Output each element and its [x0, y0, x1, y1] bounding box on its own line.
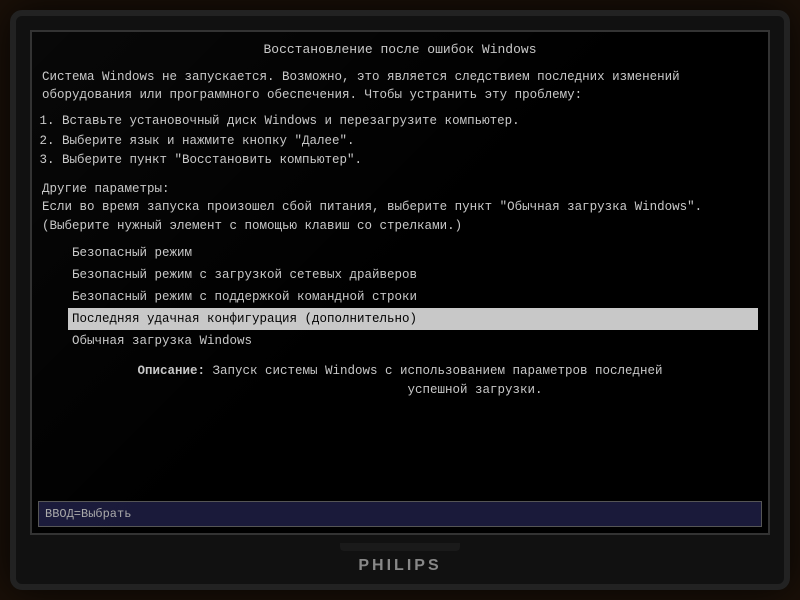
intro-text: Система Windows не запускается. Возможно… — [42, 68, 758, 106]
brand-logo: PHILIPS — [358, 557, 441, 575]
monitor-bottom: PHILIPS — [30, 535, 770, 584]
monitor-stand — [340, 543, 460, 551]
menu-item-safe-cmd[interactable]: Безопасный режим с поддержкой командной … — [72, 286, 758, 308]
step-3: Выберите пункт "Восстановить компьютер". — [62, 152, 758, 170]
steps-list: Вставьте установочный диск Windows и пер… — [62, 113, 758, 170]
menu-item-safe[interactable]: Безопасный режим — [72, 242, 758, 264]
boot-menu[interactable]: Безопасный режим Безопасный режим с загр… — [72, 242, 758, 352]
step-1: Вставьте установочный диск Windows и пер… — [62, 113, 758, 131]
description-label: Описание: Запуск системы Windows с испол… — [137, 364, 662, 397]
other-params-text2: (Выберите нужный элемент с помощью клави… — [42, 217, 758, 236]
other-params-label: Другие параметры: — [42, 180, 758, 199]
input-bar[interactable]: ВВОД=Выбрать — [38, 501, 762, 527]
other-params-section: Другие параметры: Если во время запуска … — [42, 180, 758, 236]
menu-item-safe-network[interactable]: Безопасный режим с загрузкой сетевых дра… — [72, 264, 758, 286]
screen-content: Восстановление после ошибок Windows Сист… — [32, 32, 768, 533]
monitor: Восстановление после ошибок Windows Сист… — [10, 10, 790, 590]
screen-title: Восстановление после ошибок Windows — [42, 40, 758, 60]
other-params-text1: Если во время запуска произошел сбой пит… — [42, 198, 758, 217]
screen: Восстановление после ошибок Windows Сист… — [30, 30, 770, 535]
step-2: Выберите язык и нажмите кнопку "Далее". — [62, 133, 758, 151]
menu-item-last-good[interactable]: Последняя удачная конфигурация (дополнит… — [68, 308, 758, 330]
description-section: Описание: Запуск системы Windows с испол… — [42, 362, 758, 400]
menu-item-normal[interactable]: Обычная загрузка Windows — [72, 330, 758, 352]
